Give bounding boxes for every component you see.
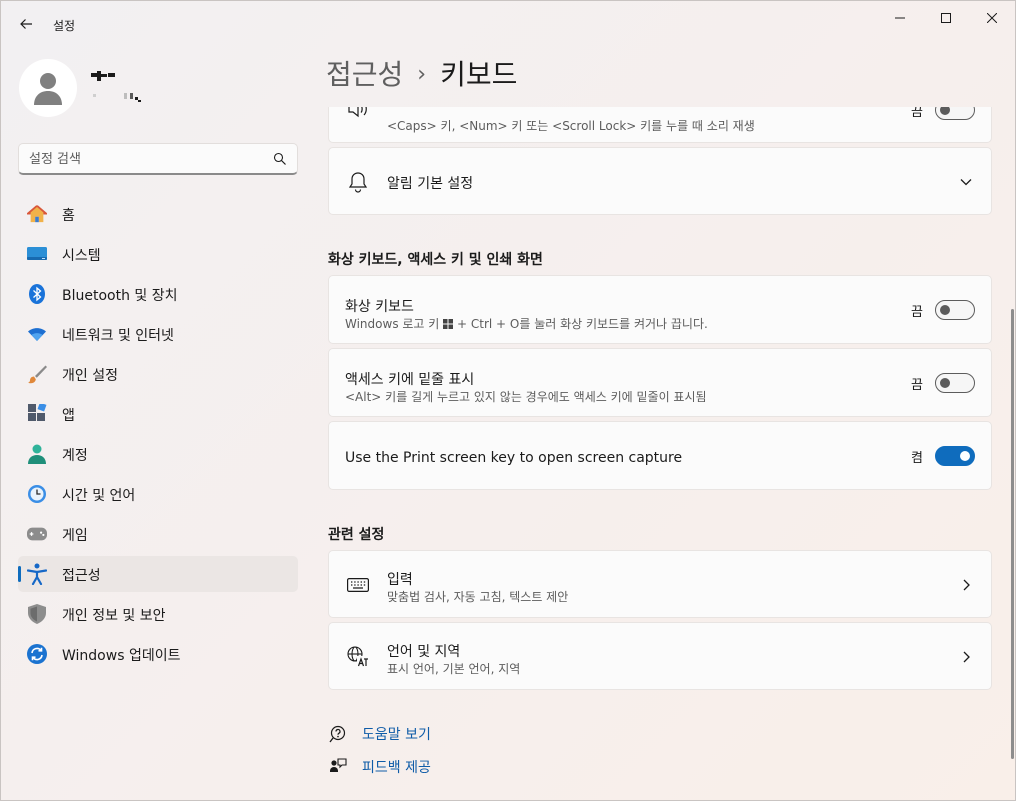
- chevron-down-icon[interactable]: [959, 175, 973, 189]
- card-title: 알림 기본 설정: [387, 176, 474, 192]
- card-title: 입력: [387, 572, 413, 588]
- help-link-text[interactable]: 도움말 보기: [362, 724, 431, 744]
- toggle-state-label: 켬: [911, 450, 923, 466]
- breadcrumb: 접근성 › 키보드: [326, 53, 517, 93]
- bell-icon: [347, 171, 369, 193]
- app-title: 설정: [53, 19, 76, 33]
- toggle-group: 끔: [911, 300, 975, 320]
- breadcrumb-parent[interactable]: 접근성: [326, 58, 403, 91]
- card-description: Windows 로고 키 + Ctrl + O를 눌러 화상 키보드를 켜거나 …: [345, 315, 708, 332]
- help-link[interactable]: 도움말 보기: [328, 723, 431, 745]
- speaker-icon: [347, 107, 369, 120]
- maximize-icon: [941, 13, 951, 23]
- toggle-knob: [940, 305, 950, 315]
- language-region-card[interactable]: 언어 및 지역 표시 언어, 기본 언어, 지역: [328, 622, 992, 690]
- toggle-group: 끔: [911, 107, 975, 120]
- page-title: 키보드: [440, 58, 518, 91]
- toggle-state-label: 끔: [911, 377, 923, 393]
- onscreen-keyboard-card[interactable]: 화상 키보드 Windows 로고 키 + Ctrl + O를 눌러 화상 키보…: [328, 275, 992, 344]
- close-icon: [987, 13, 997, 23]
- close-button[interactable]: [969, 1, 1015, 35]
- toggle-state-label: 끔: [911, 107, 923, 120]
- windows-logo-icon: [443, 319, 454, 329]
- settings-window: 설정 홈 시스템: [0, 0, 1016, 801]
- person-icon: [34, 73, 62, 105]
- onscreen-keyboard-toggle[interactable]: [935, 300, 975, 320]
- typing-card[interactable]: 입력 맞춤법 검사, 자동 고침, 텍스트 제안: [328, 550, 992, 618]
- profile-name: [91, 71, 115, 81]
- card-description: 맞춤법 검사, 자동 고침, 텍스트 제안: [387, 590, 569, 604]
- card-description: 표시 언어, 기본 언어, 지역: [387, 662, 521, 676]
- toggle-knob: [940, 107, 950, 115]
- maximize-button[interactable]: [923, 1, 969, 35]
- card-description: <Alt> 키를 길게 누르고 있지 않는 경우에도 액세스 키에 밑줄이 표시…: [345, 390, 707, 404]
- keyboard-icon: [347, 574, 369, 596]
- vertical-scrollbar[interactable]: [1011, 309, 1014, 759]
- access-keys-card[interactable]: 액세스 키에 밑줄 표시 <Alt> 키를 길게 누르고 있지 않는 경우에도 …: [328, 348, 992, 417]
- feedback-link-text[interactable]: 피드백 제공: [362, 757, 431, 777]
- breadcrumb-separator: ›: [417, 62, 427, 87]
- toggle-knob: [960, 451, 970, 461]
- filter-keys-sound-card[interactable]: <Caps> 키, <Num> 키 또는 <Scroll Lock> 키를 누를…: [328, 107, 992, 143]
- chevron-right-icon[interactable]: [959, 578, 973, 592]
- card-description: <Caps> 키, <Num> 키 또는 <Scroll Lock> 키를 누를…: [387, 119, 755, 133]
- desc-part-1: Windows 로고 키: [345, 317, 440, 331]
- toggle-group: 켬: [911, 446, 975, 466]
- help-icon: [328, 724, 348, 744]
- card-title: Use the Print screen key to open screen …: [345, 450, 683, 466]
- toggle-knob: [940, 378, 950, 388]
- language-icon: [347, 646, 369, 668]
- toggle-state-label: 끔: [911, 304, 923, 320]
- toggle-group: 끔: [911, 373, 975, 393]
- desc-part-2: + Ctrl + O를 눌러 화상 키보드를 켜거나 끕니다.: [456, 317, 708, 331]
- card-title: 화상 키보드: [345, 299, 414, 315]
- back-arrow-icon: [20, 19, 32, 29]
- related-settings-heading: 관련 설정: [328, 527, 385, 543]
- card-title: 액세스 키에 밑줄 표시: [345, 372, 475, 388]
- feedback-link[interactable]: 피드백 제공: [328, 756, 431, 778]
- settings-content: <Caps> 키, <Num> 키 또는 <Scroll Lock> 키를 누를…: [1, 107, 1015, 801]
- notification-preferences-card[interactable]: 알림 기본 설정: [328, 147, 992, 215]
- feedback-icon: [328, 757, 348, 777]
- minimize-button[interactable]: [877, 1, 923, 35]
- access-keys-underline-toggle[interactable]: [935, 373, 975, 393]
- section-heading: 화상 키보드, 액세스 키 및 인쇄 화면: [328, 252, 543, 268]
- card-title: 언어 및 지역: [387, 644, 461, 660]
- back-button[interactable]: [13, 11, 39, 37]
- filter-keys-sound-toggle[interactable]: [935, 107, 975, 120]
- print-screen-card[interactable]: Use the Print screen key to open screen …: [328, 421, 992, 490]
- minimize-icon: [895, 17, 905, 19]
- profile-email: [93, 93, 141, 102]
- chevron-right-icon[interactable]: [959, 650, 973, 664]
- print-screen-toggle[interactable]: [935, 446, 975, 466]
- title-bar: 설정: [1, 1, 1015, 49]
